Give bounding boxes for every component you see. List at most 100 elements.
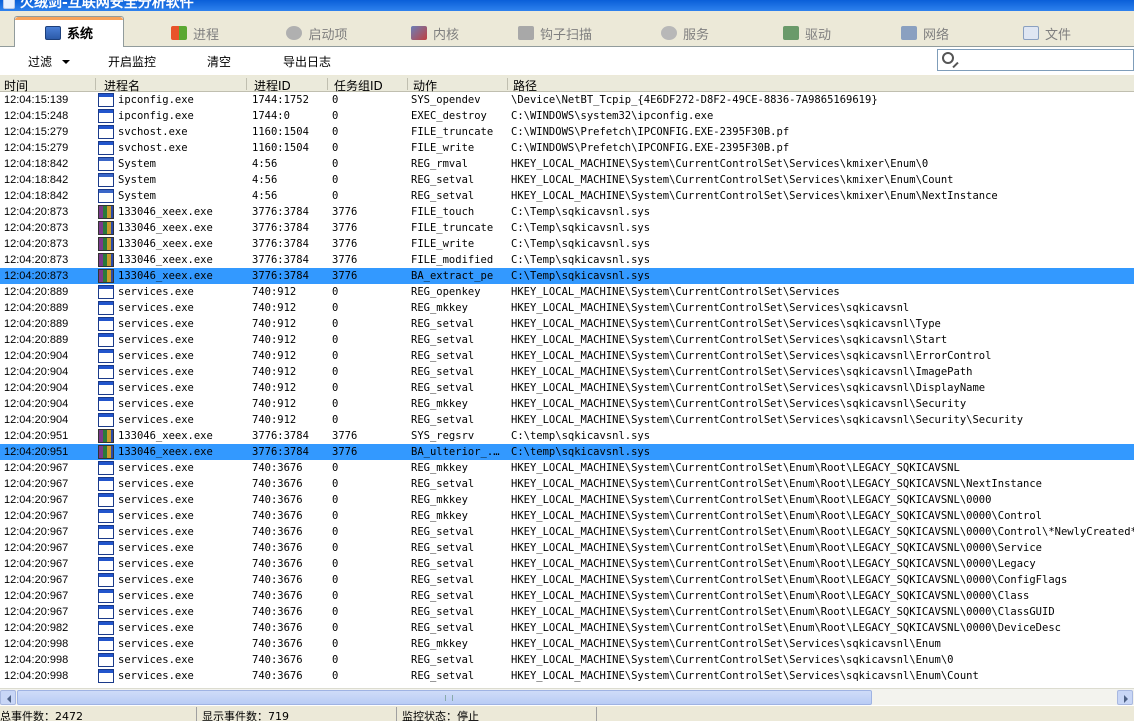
cell-path: C:\WINDOWS\Prefetch\IPCONFIG.EXE-2395F30… (511, 126, 790, 138)
cell-task-group-id: 0 (332, 174, 339, 186)
cell-action: REG_mkkey (411, 638, 468, 650)
tab-system[interactable]: 系统 (14, 16, 124, 48)
cell-process-name: services.exe (118, 334, 194, 346)
table-row[interactable]: 12:04:20:982 services.exe 740:3676 0 REG_set… (0, 620, 1134, 636)
search-input[interactable] (937, 49, 1134, 71)
filter-button[interactable]: 过滤 (28, 53, 70, 70)
scrollbar-thumb[interactable] (17, 690, 872, 705)
cell-process-id: 1160:1504 (252, 142, 309, 154)
table-row[interactable]: 12:04:20:998 services.exe 740:3676 0 REG_set… (0, 652, 1134, 668)
table-row[interactable]: 12:04:20:998 services.exe 740:3676 0 REG_set… (0, 668, 1134, 684)
tab-files[interactable]: 文件 (992, 19, 1102, 47)
table-row[interactable]: 12:04:20:873 133046_xeex.exe 3776:3784 3776… (0, 236, 1134, 252)
status-divider (196, 707, 197, 721)
tab-process[interactable]: 进程 (140, 19, 250, 47)
table-row[interactable]: 12:04:20:967 services.exe 740:3676 0 REG_mkk… (0, 508, 1134, 524)
tab-label: 启动项 (308, 27, 348, 43)
tab-services[interactable]: 服务 (630, 19, 740, 47)
cell-process-id: 740:3676 (252, 574, 303, 586)
table-row[interactable]: 12:04:20:967 services.exe 740:3676 0 REG_mkk… (0, 460, 1134, 476)
cell-path: C:\Temp\sqkicavsnl.sys (511, 254, 651, 266)
cell-time: 12:04:15:139 (4, 94, 69, 106)
table-row[interactable]: 12:04:20:967 services.exe 740:3676 0 REG_set… (0, 524, 1134, 540)
export-log-button[interactable]: 导出日志 (283, 53, 331, 70)
cell-action: REG_mkkey (411, 494, 468, 506)
tab-hook-scan[interactable]: 钩子扫描 (500, 19, 610, 47)
cell-task-group-id: 0 (332, 126, 339, 138)
tab-label: 服务 (682, 27, 709, 43)
table-row[interactable]: 12:04:18:842 System 4:56 0 REG_setval HKEY_LO… (0, 172, 1134, 188)
horizontal-scrollbar[interactable] (0, 688, 1134, 705)
cell-action: REG_setval (411, 670, 475, 682)
table-row[interactable]: 12:04:20:904 services.exe 740:912 0 REG_setv… (0, 412, 1134, 428)
scroll-right-button[interactable] (1117, 690, 1133, 705)
table-row[interactable]: 12:04:20:998 services.exe 740:3676 0 REG_mkk… (0, 636, 1134, 652)
table-row[interactable]: 12:04:20:967 services.exe 740:3676 0 REG_set… (0, 540, 1134, 556)
cell-action: FILE_modified (411, 254, 494, 266)
cell-time: 12:04:20:998 (4, 638, 69, 650)
table-row[interactable]: 12:04:18:842 System 4:56 0 REG_rmval HKEY_LOC… (0, 156, 1134, 172)
tab-kernel[interactable]: 内核 (380, 19, 490, 47)
cell-process-id: 3776:3784 (252, 254, 309, 266)
cell-process-id: 740:3676 (252, 590, 303, 602)
scroll-left-button[interactable] (0, 690, 16, 705)
table-row[interactable]: 12:04:15:139 ipconfig.exe 1744:1752 0 SYS_op… (0, 92, 1134, 108)
cell-action: REG_setval (411, 622, 475, 634)
cell-path: HKEY_LOCAL_MACHINE\System\CurrentControl… (511, 190, 998, 202)
tab-network[interactable]: 网络 (870, 19, 980, 47)
table-row[interactable]: 12:04:20:873 133046_xeex.exe 3776:3784 3776… (0, 268, 1134, 284)
cell-action: REG_mkkey (411, 398, 468, 410)
table-row[interactable]: 12:04:20:967 services.exe 740:3676 0 REG_set… (0, 588, 1134, 604)
table-row[interactable]: 12:04:15:279 svchost.exe 1160:1504 0 FILE_tr… (0, 124, 1134, 140)
table-row[interactable]: 12:04:20:967 services.exe 740:3676 0 REG_set… (0, 476, 1134, 492)
table-row[interactable]: 12:04:18:842 System 4:56 0 REG_setval HKEY_LO… (0, 188, 1134, 204)
clear-button[interactable]: 清空 (207, 53, 231, 70)
column-divider[interactable] (246, 78, 247, 90)
column-divider[interactable] (95, 78, 96, 90)
table-row[interactable]: 12:04:20:889 services.exe 740:912 0 REG_open… (0, 284, 1134, 300)
tab-drivers[interactable]: 驱动 (752, 19, 862, 47)
table-row[interactable]: 12:04:20:967 services.exe 740:3676 0 REG_set… (0, 604, 1134, 620)
cell-path: HKEY_LOCAL_MACHINE\System\CurrentControl… (511, 478, 1043, 490)
table-row[interactable]: 12:04:20:873 133046_xeex.exe 3776:3784 3776… (0, 204, 1134, 220)
table-row[interactable]: 12:04:20:873 133046_xeex.exe 3776:3784 3776… (0, 252, 1134, 268)
cell-path: C:\Temp\sqkicavsnl.sys (511, 270, 651, 282)
table-row[interactable]: 12:04:15:279 svchost.exe 1160:1504 0 FILE_wr… (0, 140, 1134, 156)
table-row[interactable]: 12:04:20:951 133046_xeex.exe 3776:3784 3776… (0, 428, 1134, 444)
tab-startup[interactable]: 启动项 (262, 19, 372, 47)
start-monitor-button[interactable]: 开启监控 (108, 53, 156, 70)
kernel-icon (410, 26, 427, 40)
cell-task-group-id: 0 (332, 590, 339, 602)
table-row[interactable]: 12:04:20:967 services.exe 740:3676 0 REG_set… (0, 556, 1134, 572)
application-window-icon (98, 413, 114, 427)
event-list[interactable]: 时间 进程名 进程ID 任务组ID 动作 路径 12:04:15:139 ipco… (0, 76, 1134, 688)
cell-process-id: 4:56 (252, 158, 278, 170)
table-row[interactable]: 12:04:15:248 ipconfig.exe 1744:0 0 EXEC_dest… (0, 108, 1134, 124)
table-row[interactable]: 12:04:20:904 services.exe 740:912 0 REG_mkke… (0, 396, 1134, 412)
cell-time: 12:04:15:279 (4, 126, 69, 138)
cell-path: C:\temp\sqkicavsnl.sys (511, 446, 651, 458)
column-divider[interactable] (507, 78, 508, 90)
cell-process-id: 740:3676 (252, 654, 303, 666)
cell-process-name: svchost.exe (118, 142, 188, 154)
table-row[interactable]: 12:04:20:904 services.exe 740:912 0 REG_setv… (0, 380, 1134, 396)
table-row[interactable]: 12:04:20:889 services.exe 740:912 0 REG_setv… (0, 332, 1134, 348)
cell-task-group-id: 0 (332, 526, 339, 538)
table-row[interactable]: 12:04:20:904 services.exe 740:912 0 REG_setv… (0, 348, 1134, 364)
cell-action: REG_setval (411, 478, 475, 490)
table-row[interactable]: 12:04:20:967 services.exe 740:3676 0 REG_set… (0, 572, 1134, 588)
table-row[interactable]: 12:04:20:967 services.exe 740:3676 0 REG_mkk… (0, 492, 1134, 508)
column-divider[interactable] (327, 78, 328, 90)
table-row[interactable]: 12:04:20:889 services.exe 740:912 0 REG_setv… (0, 316, 1134, 332)
table-row[interactable]: 12:04:20:951 133046_xeex.exe 3776:3784 3776… (0, 444, 1134, 460)
system-process-icon (98, 189, 114, 203)
cell-task-group-id: 0 (332, 558, 339, 570)
cell-action: REG_setval (411, 526, 475, 538)
table-row[interactable]: 12:04:20:889 services.exe 740:912 0 REG_mkke… (0, 300, 1134, 316)
table-row[interactable]: 12:04:20:904 services.exe 740:912 0 REG_setv… (0, 364, 1134, 380)
cell-action: SYS_regsrv (411, 430, 475, 442)
cell-time: 12:04:20:873 (4, 270, 69, 282)
cell-action: FILE_truncate (411, 222, 494, 234)
column-divider[interactable] (407, 78, 408, 90)
table-row[interactable]: 12:04:20:873 133046_xeex.exe 3776:3784 3776… (0, 220, 1134, 236)
